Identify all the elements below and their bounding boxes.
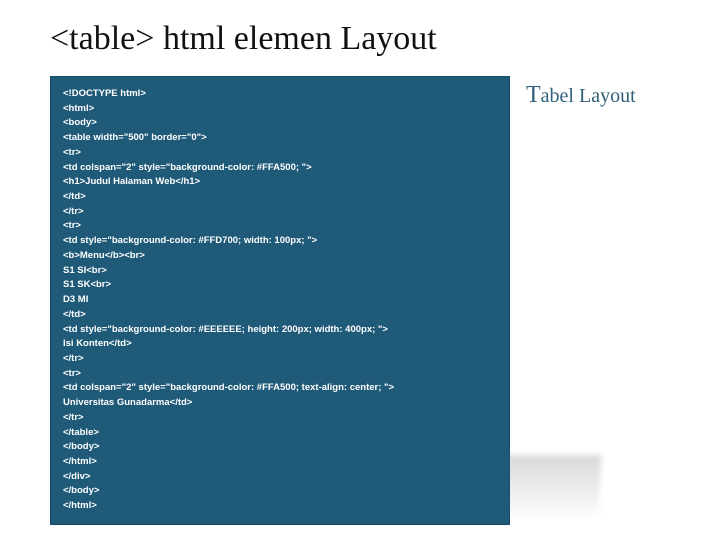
slide-title: <table> html elemen Layout <box>50 20 670 58</box>
title-tag: <table> <box>50 20 154 57</box>
caption-first: T <box>526 82 541 108</box>
title-rest: html elemen Layout <box>154 20 436 57</box>
caption: Tabel Layout <box>526 76 636 109</box>
slide-content: <table> html elemen Layout <!DOCTYPE htm… <box>0 0 720 545</box>
content-row: <!DOCTYPE html> <html> <body> <table wid… <box>50 76 670 525</box>
code-block: <!DOCTYPE html> <html> <body> <table wid… <box>50 76 510 525</box>
caption-rest: abel Layout <box>541 85 636 107</box>
